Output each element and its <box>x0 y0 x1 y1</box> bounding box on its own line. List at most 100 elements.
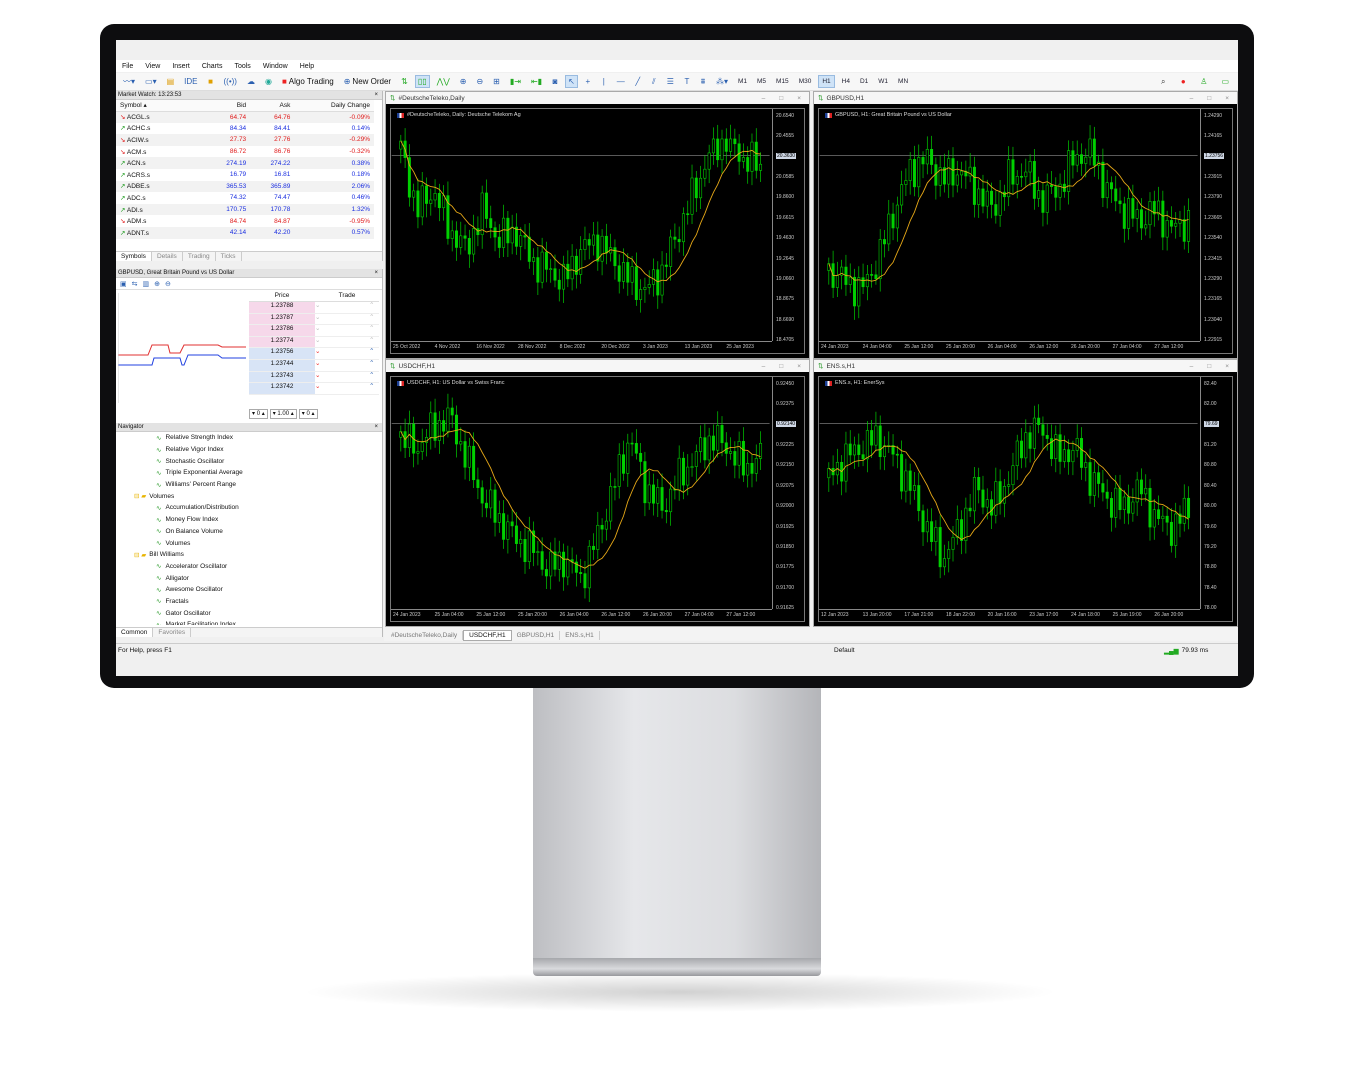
new-order-button[interactable]: ⊕ New Order <box>341 75 394 88</box>
col-bid[interactable]: Bid <box>206 100 251 112</box>
dom-row[interactable]: 1.23744 ⌄ ⌃ <box>249 359 379 372</box>
close-icon[interactable]: × <box>797 95 801 102</box>
col-daily-change[interactable]: Daily Change <box>294 100 374 112</box>
search-icon[interactable]: ⌕ <box>1157 75 1169 88</box>
label-icon[interactable]: ⩩ <box>697 75 709 88</box>
screenshot-icon[interactable]: ◙ <box>549 75 561 88</box>
dom-arrow-icon[interactable]: ⌃ <box>369 314 379 325</box>
tf-mn[interactable]: MN <box>895 75 911 88</box>
dom-zoom-in-icon[interactable]: ⊕ <box>154 280 160 288</box>
table-row[interactable]: ↗ ADI.s 170.75 170.78 1.32% <box>116 203 374 216</box>
tab-details[interactable]: Details <box>152 252 183 261</box>
dom-zoom-out-icon[interactable]: ⊖ <box>165 280 171 288</box>
scroll-icon[interactable]: ▮⇥ <box>507 75 524 88</box>
navigator-item[interactable]: ∿ Alligator <box>116 572 382 584</box>
maximize-icon[interactable]: □ <box>1207 363 1211 370</box>
dom-arrow-icon[interactable]: ⌃ <box>369 372 379 383</box>
chart-tab[interactable]: GBPUSD,H1 <box>512 631 561 640</box>
dom-arrow-icon[interactable]: ⌄ <box>315 337 325 348</box>
text-icon[interactable]: T <box>681 75 693 88</box>
table-row[interactable]: ↘ ACGL.s 64.74 64.76 -0.09% <box>116 111 374 123</box>
chart-plot-area[interactable]: USDCHF, H1: US Dollar vs Swiss Franc 0.9… <box>390 376 805 622</box>
menu-charts[interactable]: Charts <box>202 63 223 70</box>
fibo-icon[interactable]: ☰ <box>664 75 677 88</box>
navigator-item[interactable]: ∿ Fractals <box>116 596 382 608</box>
navigator-item[interactable]: ∿ Relative Vigor Index <box>116 444 382 456</box>
navigator-item[interactable]: ∿ Accelerator Oscillator <box>116 561 382 573</box>
candles-icon[interactable]: ▯▯ <box>414 75 430 88</box>
dom-row[interactable]: 1.23786 ⌄ ⌃ <box>249 325 379 337</box>
signal-strength-icon[interactable]: ♙ <box>1197 75 1210 88</box>
table-row[interactable]: ↗ ACHC.s 84.34 84.41 0.14% <box>116 123 374 135</box>
new-icon[interactable]: ▤ <box>164 75 178 88</box>
navigator-item[interactable]: ∿ Williams' Percent Range <box>116 479 382 491</box>
dom-arrow-icon[interactable]: ⌄ <box>315 314 325 325</box>
menu-insert[interactable]: Insert <box>172 63 190 70</box>
tab-symbols[interactable]: Symbols <box>116 252 152 261</box>
depth-icon[interactable]: ⇅ <box>398 75 411 88</box>
navigator-item[interactable]: ∿ Relative Strength Index <box>116 432 382 444</box>
navigator-item[interactable]: ∿ On Balance Volume <box>116 526 382 538</box>
tf-m5[interactable]: M5 <box>754 75 769 88</box>
close-icon[interactable]: × <box>797 363 801 370</box>
chart-type-icon[interactable]: 〰▾ <box>120 75 138 88</box>
dom-arrow-icon[interactable]: ⌄ <box>315 302 325 313</box>
cloud-icon[interactable]: ☁ <box>244 75 258 88</box>
minimize-icon[interactable]: – <box>1190 363 1194 370</box>
profiles-icon[interactable]: ▭▾ <box>142 75 160 88</box>
tf-m30[interactable]: M30 <box>796 75 815 88</box>
dom-arrow-icon[interactable]: ⌃ <box>369 337 379 348</box>
dom-row[interactable]: 1.23743 ⌄ ⌃ <box>249 371 379 384</box>
navigator-item[interactable]: ∿ Triple Exponential Average <box>116 467 382 479</box>
table-row[interactable]: ↘ ADM.s 84.74 84.87 -0.95% <box>116 215 374 227</box>
close-icon[interactable]: × <box>374 270 382 276</box>
chart-window[interactable]: ⇅ USDCHF,H1 – □ × USDCHF, H1: US Dollar vs S… <box>385 359 810 627</box>
dom-arrow-icon[interactable]: ⌄ <box>315 372 325 383</box>
col-symbol[interactable]: Symbol ▴ <box>116 100 206 112</box>
dom-lot-field[interactable]: ▾ 1.00 ▴ <box>269 409 297 419</box>
chart-window[interactable]: ⇅ ENS.s,H1 – □ × ENS.s, H1: EnerSys 82.40 82.… <box>813 359 1238 627</box>
menu-view[interactable]: View <box>145 63 160 70</box>
dom-row[interactable]: 1.23787 ⌄ ⌃ <box>249 313 379 326</box>
table-row[interactable]: ↗ ACRS.s 16.79 16.81 0.18% <box>116 169 374 181</box>
dom-view-icon[interactable]: ▣ <box>120 280 127 288</box>
tab-common[interactable]: Common <box>116 628 154 637</box>
trendline-icon[interactable]: ╱ <box>632 75 644 88</box>
dom-arrow-icon[interactable]: ⌃ <box>369 360 379 371</box>
menu-window[interactable]: Window <box>263 63 288 70</box>
tab-trading[interactable]: Trading <box>183 252 216 261</box>
zoom-in-icon[interactable]: ⊕ <box>457 75 470 88</box>
navigator-item[interactable]: ∿ Money Flow Index <box>116 514 382 526</box>
minimize-icon[interactable]: – <box>1190 95 1194 102</box>
tf-m1[interactable]: M1 <box>735 75 750 88</box>
shapes-icon[interactable]: ⁂▾ <box>713 75 731 88</box>
dom-arrow-icon[interactable]: ⌄ <box>315 360 325 371</box>
tf-m15[interactable]: M15 <box>773 75 792 88</box>
chart-tab[interactable]: #DeutscheTeleko,Daily <box>386 631 464 640</box>
chart-window[interactable]: ⇅ GBPUSD,H1 – □ × GBPUSD, H1: Great Britain … <box>813 91 1238 359</box>
menu-help[interactable]: Help <box>300 63 314 70</box>
table-row[interactable]: ↗ ADNT.s 42.14 42.20 0.57% <box>116 226 374 239</box>
dom-arrow-icon[interactable]: ⌃ <box>369 348 379 359</box>
dom-arrow-icon[interactable]: ⌄ <box>315 383 325 394</box>
dom-arrow-icon[interactable]: ⌄ <box>315 348 325 359</box>
chart-window[interactable]: ⇅ #DeutscheTeleko,Daily – □ × #DeutscheTelek… <box>385 91 810 359</box>
chart-plot-area[interactable]: GBPUSD, H1: Great Britain Pound vs US Do… <box>818 108 1233 354</box>
navigator-item[interactable]: ⊟ ▰ Volumes <box>116 490 382 502</box>
close-icon[interactable]: × <box>1225 95 1229 102</box>
dom-right-field[interactable]: ▾ 0 ▴ <box>298 409 318 419</box>
table-row[interactable]: ↘ ACM.s 86.72 86.76 -0.32% <box>116 146 374 158</box>
dom-bars-icon[interactable]: ▥ <box>143 280 150 288</box>
minimize-icon[interactable]: – <box>762 95 766 102</box>
channel-icon[interactable]: ⫽ <box>648 75 660 88</box>
shift-icon[interactable]: ⇤▮ <box>528 75 545 88</box>
tf-w1[interactable]: W1 <box>875 75 891 88</box>
navigator-item[interactable]: ∿ Gator Oscillator <box>116 607 382 619</box>
tile-icon[interactable]: ⊞ <box>490 75 503 88</box>
ide-button[interactable]: IDE <box>181 75 200 88</box>
chart-tab[interactable]: USDCHF,H1 <box>463 630 512 641</box>
tf-h1[interactable]: H1 <box>818 75 835 88</box>
cursor-icon[interactable]: ↖ <box>565 75 578 88</box>
close-icon[interactable]: × <box>1225 363 1229 370</box>
dom-row[interactable]: 1.23742 ⌄ ⌃ <box>249 383 379 395</box>
